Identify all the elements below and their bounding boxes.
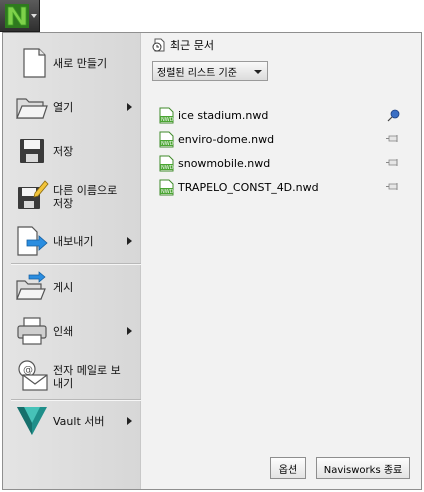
pin-pinned-icon[interactable] — [386, 108, 402, 122]
recent-file-item[interactable]: NWD enviro-dome.nwd — [158, 129, 408, 149]
title-bar-background — [40, 0, 424, 32]
options-button[interactable]: 옵션 — [270, 457, 306, 479]
menu-item-label: 게시 — [53, 280, 74, 294]
menu-item-label: 열기 — [53, 100, 74, 114]
nwd-file-icon: NWD — [159, 155, 174, 171]
menu-item-label: 인쇄 — [53, 324, 74, 338]
menu-item-send-email[interactable]: @ 전자 메일로 보내기 — [3, 355, 141, 399]
recent-file-name: TRAPELO_CONST_4D.nwd — [178, 180, 319, 194]
recent-documents-icon — [152, 38, 165, 52]
pin-unpinned-icon[interactable] — [386, 156, 402, 170]
options-button-label: 옵션 — [278, 464, 298, 476]
menu-item-open[interactable]: 열기 — [3, 87, 141, 127]
chevron-down-icon — [254, 70, 262, 74]
application-menu-button[interactable] — [0, 0, 40, 32]
nwd-file-icon: NWD — [159, 107, 174, 123]
publish-icon — [16, 271, 46, 300]
menu-item-label: 다른 이름으로 저장 — [53, 184, 118, 210]
svg-text:@: @ — [23, 365, 33, 376]
chevron-down-icon — [31, 14, 37, 18]
new-document-icon — [23, 48, 46, 78]
save-as-icon — [18, 180, 49, 209]
menu-divider — [11, 263, 141, 265]
menu-item-new[interactable]: 새로 만들기 — [3, 43, 141, 83]
menu-item-label: 내보내기 — [53, 234, 94, 248]
printer-icon — [17, 317, 47, 345]
recent-file-name: enviro-dome.nwd — [178, 132, 275, 146]
submenu-arrow-icon — [127, 417, 132, 425]
recent-documents-title: 최근 문서 — [170, 39, 214, 52]
nwd-file-icon: NWD — [159, 179, 174, 195]
submenu-arrow-icon — [127, 327, 132, 335]
navisworks-logo-icon — [5, 4, 29, 28]
email-icon: @ — [18, 360, 48, 391]
menu-item-publish[interactable]: 게시 — [3, 267, 141, 307]
menu-item-save-as[interactable]: 다른 이름으로 저장 — [3, 175, 141, 219]
export-icon — [17, 226, 48, 256]
menu-item-export[interactable]: 내보내기 — [3, 221, 141, 261]
pin-unpinned-icon[interactable] — [386, 132, 402, 146]
svg-text:NWD: NWD — [161, 117, 174, 123]
pin-unpinned-icon[interactable] — [386, 180, 402, 194]
menu-item-vault-server[interactable]: Vault 서버 — [3, 401, 141, 441]
menu-item-label: 저장 — [53, 144, 74, 158]
recent-documents-pane: 최근 문서 정렬된 리스트 기준 NWD ice stadium.nwd NWD… — [142, 33, 421, 489]
recent-file-name: ice stadium.nwd — [178, 108, 269, 122]
sort-order-label: 정렬된 리스트 기준 — [157, 67, 237, 79]
menu-item-label: 새로 만들기 — [53, 56, 108, 70]
recent-file-item[interactable]: NWD ice stadium.nwd — [158, 105, 408, 125]
submenu-arrow-icon — [127, 237, 132, 245]
svg-text:NWD: NWD — [161, 189, 174, 195]
sort-order-dropdown[interactable]: 정렬된 리스트 기준 — [152, 61, 268, 81]
open-folder-icon — [16, 98, 48, 119]
svg-text:NWD: NWD — [161, 165, 174, 171]
submenu-arrow-icon — [127, 103, 132, 111]
exit-navisworks-button[interactable]: Navisworks 종료 — [316, 457, 410, 479]
menu-item-label: Vault 서버 — [53, 414, 105, 428]
save-floppy-icon — [20, 139, 44, 163]
svg-text:NWD: NWD — [161, 141, 174, 147]
recent-documents-header: 최근 문서 — [152, 37, 214, 53]
menu-item-label: 전자 메일로 보내기 — [53, 364, 121, 390]
recent-file-name: snowmobile.nwd — [178, 156, 271, 170]
application-menu-commands: 새로 만들기 열기 저장 다른 이름으로 저장 내보내기 게시 인쇄 @ 전자 … — [3, 33, 141, 489]
nwd-file-icon: NWD — [159, 131, 174, 147]
recent-file-item[interactable]: NWD snowmobile.nwd — [158, 153, 408, 173]
menu-item-print[interactable]: 인쇄 — [3, 311, 141, 351]
menu-item-save[interactable]: 저장 — [3, 131, 141, 171]
vault-logo-icon — [17, 407, 47, 435]
recent-file-item[interactable]: NWD TRAPELO_CONST_4D.nwd — [158, 177, 408, 197]
exit-button-label: Navisworks 종료 — [323, 464, 403, 476]
